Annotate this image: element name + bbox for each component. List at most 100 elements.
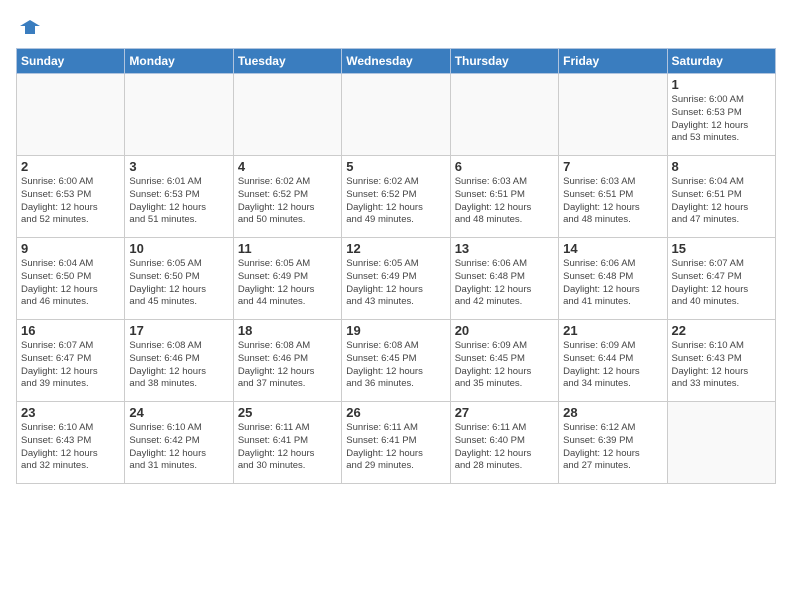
day-cell: 22 Sunrise: 6:10 AM Sunset: 6:43 PM Dayli… [667, 320, 775, 402]
day-info: Sunrise: 6:11 AM Sunset: 6:40 PM Dayligh… [455, 422, 554, 473]
day-cell: 19Sunrise: 6:08 AM Sunset: 6:45 PM Dayli… [342, 320, 450, 402]
day-cell: 23 Sunrise: 6:10 AM Sunset: 6:43 PM Dayli… [17, 402, 125, 484]
day-number: 25 [238, 405, 337, 420]
day-number: 11 [238, 241, 337, 256]
day-number: 6 [455, 159, 554, 174]
day-info: Sunrise: 6:08 AM Sunset: 6:46 PM Dayligh… [129, 340, 228, 391]
day-number: 21 [563, 323, 662, 338]
day-info: Sunrise: 6:06 AM Sunset: 6:48 PM Dayligh… [563, 258, 662, 309]
day-cell: 26 Sunrise: 6:11 AM Sunset: 6:41 PM Dayli… [342, 402, 450, 484]
weekday-thursday: Thursday [450, 49, 558, 74]
day-info: Sunrise: 6:00 AM Sunset: 6:53 PM Dayligh… [21, 176, 120, 227]
day-info: Sunrise: 6:05 AM Sunset: 6:50 PM Dayligh… [129, 258, 228, 309]
day-info: Sunrise: 6:02 AM Sunset: 6:52 PM Dayligh… [238, 176, 337, 227]
day-cell [450, 74, 558, 156]
logo-icon [18, 16, 40, 38]
day-info: Sunrise: 6:10 AM Sunset: 6:42 PM Dayligh… [129, 422, 228, 473]
day-cell: 1 Sunrise: 6:00 AM Sunset: 6:53 PM Daylig… [667, 74, 775, 156]
day-cell [559, 74, 667, 156]
day-info: Sunrise: 6:12 AM Sunset: 6:39 PM Dayligh… [563, 422, 662, 473]
calendar-table: SundayMondayTuesdayWednesdayThursdayFrid… [16, 48, 776, 484]
week-row-4: 23 Sunrise: 6:10 AM Sunset: 6:43 PM Dayli… [17, 402, 776, 484]
day-info: Sunrise: 6:00 AM Sunset: 6:53 PM Dayligh… [672, 94, 771, 145]
day-cell [667, 402, 775, 484]
logo [16, 16, 40, 38]
day-info: Sunrise: 6:05 AM Sunset: 6:49 PM Dayligh… [238, 258, 337, 309]
day-cell: 10 Sunrise: 6:05 AM Sunset: 6:50 PM Dayli… [125, 238, 233, 320]
day-cell: 2 Sunrise: 6:00 AM Sunset: 6:53 PM Daylig… [17, 156, 125, 238]
day-number: 14 [563, 241, 662, 256]
day-cell: 7 Sunrise: 6:03 AM Sunset: 6:51 PM Daylig… [559, 156, 667, 238]
day-cell: 11 Sunrise: 6:05 AM Sunset: 6:49 PM Dayli… [233, 238, 341, 320]
day-cell: 16 Sunrise: 6:07 AM Sunset: 6:47 PM Dayli… [17, 320, 125, 402]
day-number: 24 [129, 405, 228, 420]
day-cell: 12 Sunrise: 6:05 AM Sunset: 6:49 PM Dayli… [342, 238, 450, 320]
day-info: Sunrise: 6:03 AM Sunset: 6:51 PM Dayligh… [455, 176, 554, 227]
day-number: 20 [455, 323, 554, 338]
day-info: Sunrise: 6:08 AM Sunset: 6:46 PM Dayligh… [238, 340, 337, 391]
day-cell: 15 Sunrise: 6:07 AM Sunset: 6:47 PM Dayli… [667, 238, 775, 320]
day-info: Sunrise: 6:09 AM Sunset: 6:45 PM Dayligh… [455, 340, 554, 391]
day-number: 5 [346, 159, 445, 174]
day-number: 7 [563, 159, 662, 174]
day-number: 26 [346, 405, 445, 420]
day-info: Sunrise: 6:09 AM Sunset: 6:44 PM Dayligh… [563, 340, 662, 391]
day-info: Sunrise: 6:05 AM Sunset: 6:49 PM Dayligh… [346, 258, 445, 309]
day-cell [233, 74, 341, 156]
day-number: 17 [129, 323, 228, 338]
weekday-friday: Friday [559, 49, 667, 74]
day-cell: 4 Sunrise: 6:02 AM Sunset: 6:52 PM Daylig… [233, 156, 341, 238]
day-number: 9 [21, 241, 120, 256]
day-cell: 5 Sunrise: 6:02 AM Sunset: 6:52 PM Daylig… [342, 156, 450, 238]
day-cell: 6 Sunrise: 6:03 AM Sunset: 6:51 PM Daylig… [450, 156, 558, 238]
weekday-tuesday: Tuesday [233, 49, 341, 74]
day-number: 13 [455, 241, 554, 256]
day-info: Sunrise: 6:10 AM Sunset: 6:43 PM Dayligh… [672, 340, 771, 391]
day-number: 3 [129, 159, 228, 174]
day-number: 4 [238, 159, 337, 174]
day-number: 28 [563, 405, 662, 420]
weekday-sunday: Sunday [17, 49, 125, 74]
day-cell: 28 Sunrise: 6:12 AM Sunset: 6:39 PM Dayli… [559, 402, 667, 484]
day-number: 2 [21, 159, 120, 174]
day-cell: 9 Sunrise: 6:04 AM Sunset: 6:50 PM Daylig… [17, 238, 125, 320]
day-cell [17, 74, 125, 156]
day-number: 10 [129, 241, 228, 256]
day-cell [342, 74, 450, 156]
week-row-2: 9 Sunrise: 6:04 AM Sunset: 6:50 PM Daylig… [17, 238, 776, 320]
day-number: 22 [672, 323, 771, 338]
day-info: Sunrise: 6:11 AM Sunset: 6:41 PM Dayligh… [346, 422, 445, 473]
day-info: Sunrise: 6:07 AM Sunset: 6:47 PM Dayligh… [672, 258, 771, 309]
day-cell: 27 Sunrise: 6:11 AM Sunset: 6:40 PM Dayli… [450, 402, 558, 484]
day-number: 12 [346, 241, 445, 256]
day-cell: 13Sunrise: 6:06 AM Sunset: 6:48 PM Dayli… [450, 238, 558, 320]
weekday-saturday: Saturday [667, 49, 775, 74]
day-info: Sunrise: 6:04 AM Sunset: 6:51 PM Dayligh… [672, 176, 771, 227]
day-cell: 25Sunrise: 6:11 AM Sunset: 6:41 PM Dayli… [233, 402, 341, 484]
day-info: Sunrise: 6:04 AM Sunset: 6:50 PM Dayligh… [21, 258, 120, 309]
week-row-1: 2 Sunrise: 6:00 AM Sunset: 6:53 PM Daylig… [17, 156, 776, 238]
day-number: 8 [672, 159, 771, 174]
day-number: 19 [346, 323, 445, 338]
day-cell: 20 Sunrise: 6:09 AM Sunset: 6:45 PM Dayli… [450, 320, 558, 402]
day-info: Sunrise: 6:02 AM Sunset: 6:52 PM Dayligh… [346, 176, 445, 227]
day-number: 16 [21, 323, 120, 338]
day-cell: 24 Sunrise: 6:10 AM Sunset: 6:42 PM Dayli… [125, 402, 233, 484]
day-cell: 17 Sunrise: 6:08 AM Sunset: 6:46 PM Dayli… [125, 320, 233, 402]
day-number: 1 [672, 77, 771, 92]
day-info: Sunrise: 6:07 AM Sunset: 6:47 PM Dayligh… [21, 340, 120, 391]
day-info: Sunrise: 6:10 AM Sunset: 6:43 PM Dayligh… [21, 422, 120, 473]
day-info: Sunrise: 6:03 AM Sunset: 6:51 PM Dayligh… [563, 176, 662, 227]
weekday-wednesday: Wednesday [342, 49, 450, 74]
day-number: 15 [672, 241, 771, 256]
day-number: 23 [21, 405, 120, 420]
week-row-0: 1 Sunrise: 6:00 AM Sunset: 6:53 PM Daylig… [17, 74, 776, 156]
day-cell: 8 Sunrise: 6:04 AM Sunset: 6:51 PM Daylig… [667, 156, 775, 238]
day-cell [125, 74, 233, 156]
day-cell: 18Sunrise: 6:08 AM Sunset: 6:46 PM Dayli… [233, 320, 341, 402]
day-number: 27 [455, 405, 554, 420]
week-row-3: 16 Sunrise: 6:07 AM Sunset: 6:47 PM Dayli… [17, 320, 776, 402]
weekday-monday: Monday [125, 49, 233, 74]
day-cell: 21 Sunrise: 6:09 AM Sunset: 6:44 PM Dayli… [559, 320, 667, 402]
weekday-header-row: SundayMondayTuesdayWednesdayThursdayFrid… [17, 49, 776, 74]
